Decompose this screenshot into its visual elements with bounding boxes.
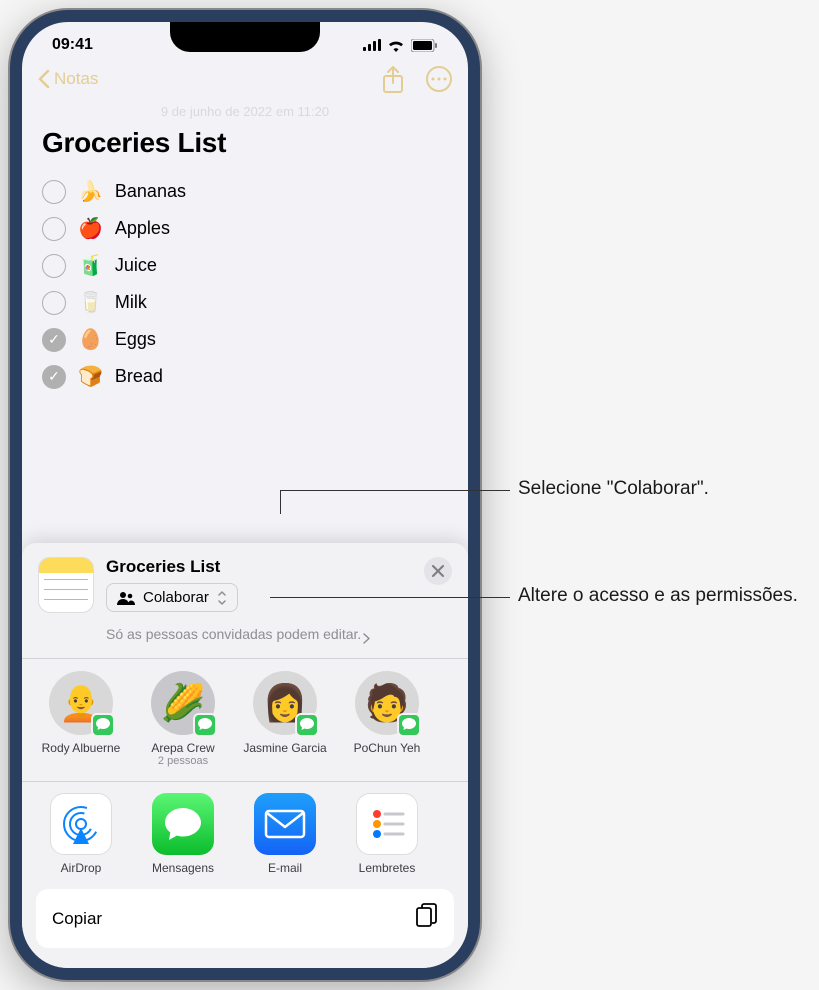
nav-bar: Notas [22,58,468,100]
messages-badge-icon [397,713,421,737]
item-text: Eggs [115,329,156,350]
reminders-icon [356,793,418,855]
avatar: 🧑 [355,671,419,735]
apps-row: AirDrop Mensagens E-mail [22,793,468,875]
airdrop-icon [50,793,112,855]
app-label: E-mail [242,861,328,875]
copy-button[interactable]: Copiar [36,889,454,948]
close-button[interactable] [424,557,452,585]
mail-icon [254,793,316,855]
contact-item[interactable]: 🌽 Arepa Crew 2 pessoas [140,671,226,767]
list-item[interactable]: 🥛 Milk [42,284,448,321]
item-emoji: 🍌 [78,179,103,204]
note-content: 9 de junho de 2022 em 11:20 Groceries Li… [22,100,468,415]
permission-label: Só as pessoas convidadas podem editar. [106,625,361,644]
contact-item[interactable]: 🧑 PoChun Yeh [344,671,430,767]
contact-sub: 2 pessoas [140,755,226,767]
signal-icon [363,39,381,51]
chevron-updown-icon [217,590,227,606]
contacts-row: 🧑‍🦲 Rody Albuerne 🌽 [22,671,468,767]
app-label: AirDrop [38,861,124,875]
item-text: Juice [115,255,157,276]
share-title: Groceries List [106,557,412,577]
item-emoji: 🥛 [78,290,103,315]
wifi-icon [387,39,405,52]
phone-frame: 09:41 Notas [10,10,480,980]
item-text: Milk [115,292,147,313]
item-text: Bread [115,366,163,387]
callout-line [280,490,281,514]
contact-item[interactable]: 👩 Jasmine Garcia [242,671,328,767]
contact-item[interactable]: 🧑‍🦲 Rody Albuerne [38,671,124,767]
checkbox-icon[interactable] [42,217,66,241]
status-time: 09:41 [52,36,93,54]
people-icon [117,591,135,605]
permission-link[interactable]: Só as pessoas convidadas podem editar. [22,625,468,644]
divider [22,781,468,782]
callout-line [270,597,510,598]
item-text: Bananas [115,181,186,202]
app-mail[interactable]: E-mail [242,793,328,875]
avatar: 🌽 [151,671,215,735]
item-text: Apples [115,218,170,239]
callouts: Selecione "Colaborar". Altere o acesso e… [480,10,800,460]
list-item[interactable]: 🧃 Juice [42,247,448,284]
copy-icon [416,903,438,934]
notch [170,22,320,52]
back-label: Notas [54,69,98,89]
list-item[interactable]: 🍎 Apples [42,210,448,247]
app-label: Mensagens [140,861,226,875]
messages-badge-icon [193,713,217,737]
contact-name: PoChun Yeh [344,741,430,755]
list-item[interactable]: ✓ 🥚 Eggs [42,321,448,358]
list-item[interactable]: 🍌 Bananas [42,173,448,210]
app-reminders[interactable]: Lembretes [344,793,430,875]
checkbox-icon[interactable] [42,254,66,278]
contact-name: Arepa Crew [140,741,226,755]
app-messages[interactable]: Mensagens [140,793,226,875]
callout-line [280,490,510,491]
share-sheet: Groceries List Colaborar Só as pessoas c… [22,543,468,968]
avatar: 🧑‍🦲 [49,671,113,735]
messages-icon [152,793,214,855]
checklist: 🍌 Bananas 🍎 Apples 🧃 Juice [42,173,448,395]
list-item[interactable]: ✓ 🍞 Bread [42,358,448,395]
checkbox-icon[interactable]: ✓ [42,365,66,389]
messages-badge-icon [91,713,115,737]
callout-text: Altere o acesso e as permissões. [518,583,798,609]
item-emoji: 🍎 [78,216,103,241]
notes-app-icon [38,557,94,613]
note-date: 9 de junho de 2022 em 11:20 [42,104,448,119]
checkbox-icon[interactable]: ✓ [42,328,66,352]
divider [22,658,468,659]
callout-text: Selecione "Colaborar". [518,476,709,502]
collaborate-label: Colaborar [143,589,209,606]
app-label: Lembretes [344,861,430,875]
contact-name: Rody Albuerne [38,741,124,755]
more-icon[interactable] [426,66,452,92]
item-emoji: 🥚 [78,327,103,352]
note-title: Groceries List [42,127,448,159]
item-emoji: 🍞 [78,364,103,389]
app-airdrop[interactable]: AirDrop [38,793,124,875]
checkbox-icon[interactable] [42,180,66,204]
chevron-right-icon [363,633,370,644]
item-emoji: 🧃 [78,253,103,278]
collaborate-dropdown[interactable]: Colaborar [106,583,238,612]
share-icon[interactable] [382,66,408,92]
messages-badge-icon [295,713,319,737]
copy-label: Copiar [52,909,102,929]
phone-screen: 09:41 Notas [22,22,468,968]
contact-name: Jasmine Garcia [242,741,328,755]
avatar: 👩 [253,671,317,735]
battery-icon [411,39,438,52]
checkbox-icon[interactable] [42,291,66,315]
back-button[interactable]: Notas [38,69,98,89]
